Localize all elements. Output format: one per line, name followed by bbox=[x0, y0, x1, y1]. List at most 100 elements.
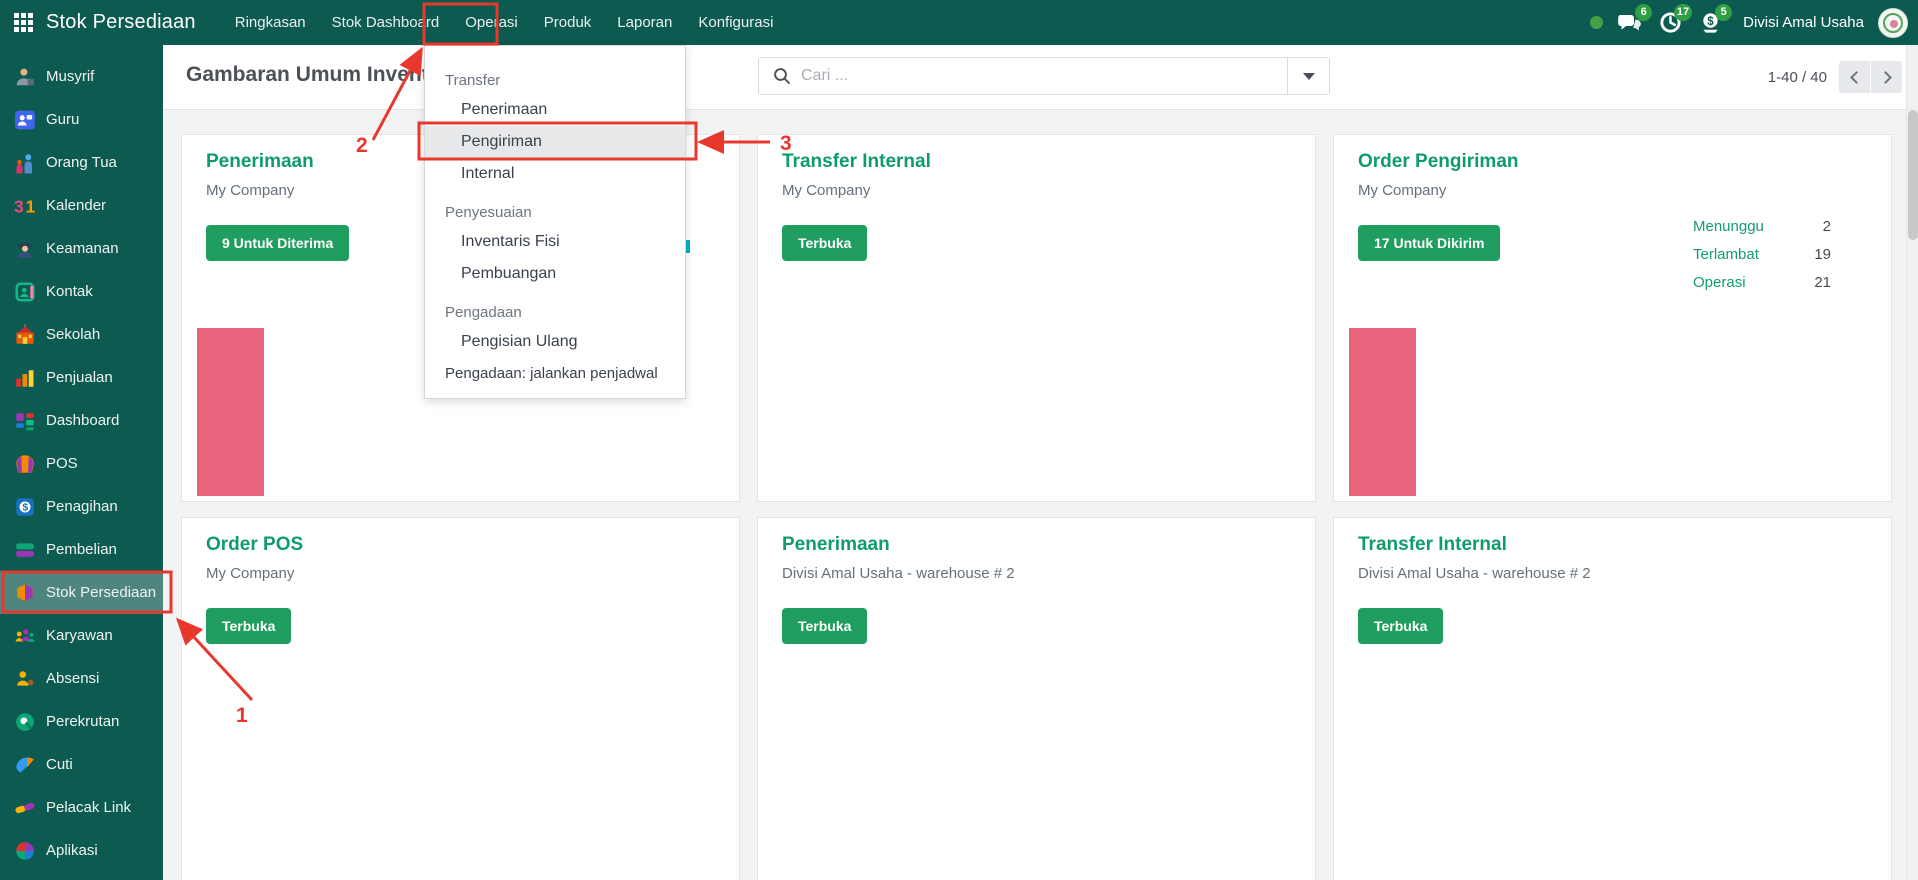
card-company: Divisi Amal Usaha - warehouse # 2 bbox=[1358, 565, 1867, 582]
activities-clock-icon[interactable]: 17 bbox=[1657, 10, 1683, 36]
sidebar-item-orang-tua[interactable]: Orang Tua bbox=[0, 141, 163, 184]
sidebar-item-stok-persediaan[interactable]: Stok Persediaan bbox=[0, 571, 163, 614]
sidebar-item-musyrif[interactable]: Musyrif bbox=[0, 55, 163, 98]
sidebar-item-label: Sekolah bbox=[46, 326, 100, 343]
dashboard-icon bbox=[14, 410, 36, 432]
card-title[interactable]: Order Pengiriman bbox=[1358, 151, 1867, 173]
pager-next-button[interactable] bbox=[1871, 61, 1902, 93]
topbar-menu-laporan[interactable]: Laporan bbox=[604, 0, 685, 45]
supervisor-icon bbox=[14, 66, 36, 88]
sidebar-item-guru[interactable]: Guru bbox=[0, 98, 163, 141]
svg-text:3: 3 bbox=[14, 196, 24, 216]
card-title[interactable]: Penerimaan bbox=[782, 534, 1291, 556]
messages-icon[interactable]: 6 bbox=[1617, 10, 1643, 36]
sidebar-item-penagihan[interactable]: $Penagihan bbox=[0, 485, 163, 528]
sidebar-item-absensi[interactable]: Absensi bbox=[0, 657, 163, 700]
dropdown-item-pengisian-ulang[interactable]: Pengisian Ulang bbox=[425, 326, 685, 358]
search-filter-toggle[interactable] bbox=[1287, 58, 1329, 94]
money-icon[interactable]: $ 5 bbox=[1697, 10, 1723, 36]
company-switcher[interactable]: Divisi Amal Usaha bbox=[1743, 14, 1864, 31]
card-action-button[interactable]: 9 Untuk Diterima bbox=[206, 225, 349, 261]
pager-prev-button[interactable] bbox=[1839, 61, 1870, 93]
school-icon bbox=[14, 324, 36, 346]
sidebar-item-karyawan[interactable]: Karyawan bbox=[0, 614, 163, 657]
dropdown-item-pembuangan[interactable]: Pembuangan bbox=[425, 258, 685, 290]
sidebar-item-sekolah[interactable]: Sekolah bbox=[0, 313, 163, 356]
dropdown-item-pengadaan-jalankan-penjadwal[interactable]: Pengadaan: jalankan penjadwal bbox=[425, 358, 685, 390]
topbar-menu-operasi[interactable]: Operasi bbox=[452, 0, 531, 45]
sidebar-item-aplikasi[interactable]: Aplikasi bbox=[0, 829, 163, 872]
card-action-button[interactable]: Terbuka bbox=[782, 608, 867, 644]
messages-badge: 6 bbox=[1635, 4, 1652, 21]
scrollbar-thumb[interactable] bbox=[1908, 110, 1918, 240]
sidebar-item-label: Pembelian bbox=[46, 541, 117, 558]
card-action-button[interactable]: Terbuka bbox=[206, 608, 291, 644]
stat-label: Menunggu bbox=[1693, 213, 1764, 241]
sidebar-item-pos[interactable]: POS bbox=[0, 442, 163, 485]
card-action-button[interactable]: 17 Untuk Dikirim bbox=[1358, 225, 1500, 261]
topbar-menu-stok-dashboard[interactable]: Stok Dashboard bbox=[319, 0, 453, 45]
pager-range: 1-40 / 40 bbox=[1768, 69, 1827, 86]
sidebar-item-pelacak-link[interactable]: Pelacak Link bbox=[0, 786, 163, 829]
dropdown-gap bbox=[425, 290, 685, 300]
sidebar: MusyrifGuruOrang Tua31KalenderKeamanan Ko… bbox=[0, 45, 163, 880]
sidebar-item-label: Perekrutan bbox=[46, 713, 119, 730]
apps-grid-icon[interactable] bbox=[0, 0, 46, 45]
topbar-menu-ringkasan[interactable]: Ringkasan bbox=[222, 0, 319, 45]
stat-value: 19 bbox=[1814, 241, 1831, 269]
dropdown-item-pengiriman[interactable]: Pengiriman bbox=[425, 126, 685, 158]
sidebar-item-label: Kontak bbox=[46, 283, 93, 300]
search-input[interactable] bbox=[801, 67, 1287, 85]
card-action-button[interactable]: Terbuka bbox=[1358, 608, 1443, 644]
sidebar-item-label: POS bbox=[46, 455, 78, 472]
topbar-right-cluster: 6 17 $ 5 Divisi Amal Usaha bbox=[1590, 8, 1918, 38]
card-company: Divisi Amal Usaha - warehouse # 2 bbox=[782, 565, 1291, 582]
card-title[interactable]: Transfer Internal bbox=[782, 151, 1291, 173]
employees-icon bbox=[14, 625, 36, 647]
sidebar-item-penjualan[interactable]: Penjualan bbox=[0, 356, 163, 399]
stat-label: Terlambat bbox=[1693, 241, 1759, 269]
dropdown-section-transfer: Transfer bbox=[425, 68, 685, 94]
pos-icon bbox=[14, 453, 36, 475]
app-title[interactable]: Stok Persediaan bbox=[46, 11, 196, 34]
activities-badge: 17 bbox=[1674, 4, 1692, 21]
scrollbar-track[interactable] bbox=[1906, 45, 1918, 880]
sidebar-item-pembelian[interactable]: Pembelian bbox=[0, 528, 163, 571]
topbar-menu-produk[interactable]: Produk bbox=[531, 0, 605, 45]
sidebar-item-perekrutan[interactable]: Perekrutan bbox=[0, 700, 163, 743]
card-company: My Company bbox=[782, 182, 1291, 199]
sidebar-item-label: Cuti bbox=[46, 756, 73, 773]
dropdown-item-inventaris-fisi[interactable]: Inventaris Fisi bbox=[425, 226, 685, 258]
sidebar-item-kalender[interactable]: 31Kalender bbox=[0, 184, 163, 227]
chevron-right-icon bbox=[1879, 71, 1892, 84]
sidebar-item-kontak[interactable]: Kontak bbox=[0, 270, 163, 313]
topbar-menu-konfigurasi[interactable]: Konfigurasi bbox=[685, 0, 786, 45]
inventory-icon bbox=[14, 582, 36, 604]
money-badge: 5 bbox=[1715, 4, 1732, 21]
sidebar-item-cuti[interactable]: Cuti bbox=[0, 743, 163, 786]
security-icon bbox=[14, 238, 36, 260]
card-action-button[interactable]: Terbuka bbox=[782, 225, 867, 261]
topbar: Stok Persediaan RingkasanStok DashboardO… bbox=[0, 0, 1918, 45]
kanban-card-penerimaan-4: Penerimaan Divisi Amal Usaha - warehouse … bbox=[757, 517, 1316, 880]
user-avatar[interactable] bbox=[1878, 8, 1908, 38]
presence-dot-icon bbox=[1590, 16, 1603, 29]
parents-icon bbox=[14, 152, 36, 174]
dropdown-item-penerimaan[interactable]: Penerimaan bbox=[425, 94, 685, 126]
purchase-icon bbox=[14, 539, 36, 561]
card-stat-terlambat[interactable]: Terlambat 19 bbox=[1693, 241, 1831, 269]
card-stat-menunggu[interactable]: Menunggu2 bbox=[1693, 213, 1831, 241]
stat-label: Operasi bbox=[1693, 269, 1746, 297]
card-title[interactable]: Order POS bbox=[206, 534, 715, 556]
dropdown-item-internal[interactable]: Internal bbox=[425, 158, 685, 190]
sidebar-item-label: Pelacak Link bbox=[46, 799, 131, 816]
card-stat-operasi[interactable]: Operasi21 bbox=[1693, 269, 1831, 297]
svg-text:1: 1 bbox=[26, 196, 36, 216]
pager: 1-40 / 40 bbox=[1768, 61, 1902, 93]
search-box bbox=[758, 57, 1330, 95]
link-tracker-icon bbox=[14, 797, 36, 819]
svg-text:$: $ bbox=[22, 502, 28, 513]
sidebar-item-keamanan[interactable]: Keamanan bbox=[0, 227, 163, 270]
sidebar-item-dashboard[interactable]: Dashboard bbox=[0, 399, 163, 442]
card-title[interactable]: Transfer Internal bbox=[1358, 534, 1867, 556]
